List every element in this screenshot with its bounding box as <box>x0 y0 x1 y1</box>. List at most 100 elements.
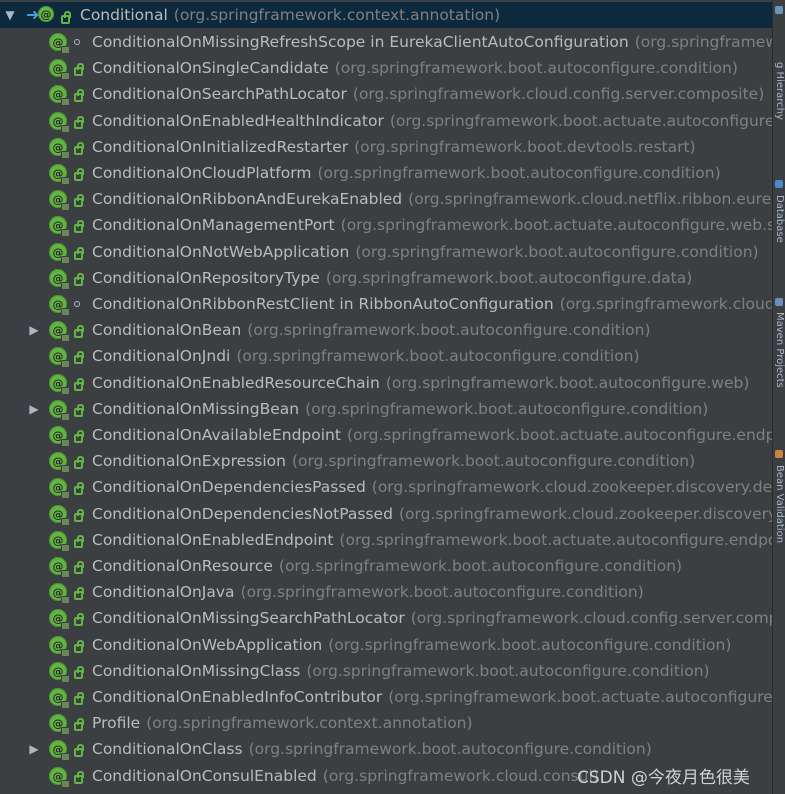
tree-item-row[interactable]: @ ConditionalOnJava (org.springframework.b… <box>0 579 772 605</box>
public-lock-icon <box>74 456 84 469</box>
tree-item-row[interactable]: @ ConditionalOnNotWebApplication (org.spri… <box>0 239 772 265</box>
annotation-icon: @ <box>49 112 70 133</box>
annotation-icon: @ <box>49 164 70 185</box>
annotation-icon: @ <box>49 138 70 159</box>
root-package: (org.springframework.context.annotation) <box>173 6 501 24</box>
tree-item-row[interactable]: @ ConditionalOnExpression (org.springframe… <box>0 448 772 474</box>
collapse-arrow-icon[interactable]: ▼ <box>4 9 16 21</box>
tree-item-row[interactable]: @ ConditionalOnDependenciesPassed (org.spr… <box>0 474 772 500</box>
tree-item-label: ConditionalOnClass (org.springframework.b… <box>92 740 652 758</box>
type-hierarchy-tree[interactable]: ▼ ➜ @ Conditional (org.springframework.co… <box>0 0 772 794</box>
annotation-icon: @ <box>49 740 70 761</box>
public-lock-icon <box>74 378 84 391</box>
tree-item-package: (org.springframework.boot.autoconfigure.… <box>305 400 709 418</box>
tree-item-label: ConditionalOnJava (org.springframework.bo… <box>92 583 644 601</box>
public-lock-icon <box>74 771 84 784</box>
public-lock-icon <box>74 482 84 495</box>
tree-item-package: (org.springframework.boot.autoconfigure.… <box>385 374 750 392</box>
tree-item-row[interactable]: @ ConditionalOnResource (org.springframewo… <box>0 553 772 579</box>
tree-item-row[interactable]: @ ConditionalOnMissingSearchPathLocator (o… <box>0 605 772 631</box>
public-lock-icon <box>74 63 84 76</box>
annotation-icon: @ <box>49 478 70 499</box>
tree-item-row[interactable]: @ ConditionalOnSingleCandidate (org.spring… <box>0 55 772 81</box>
tree-item-name: Profile <box>92 714 141 732</box>
tree-item-row[interactable]: @ Profile (org.springframework.context.ann… <box>0 710 772 736</box>
tree-item-row[interactable]: @ ConditionalOnEnabledHealthIndicator (org… <box>0 108 772 134</box>
tree-item-name: ConditionalOnAvailableEndpoint <box>92 426 341 444</box>
expand-arrow-icon[interactable]: ▶ <box>28 403 40 415</box>
tree-item-row[interactable]: @ ConditionalOnRepositoryType (org.springf… <box>0 265 772 291</box>
tree-item-label: ConditionalOnMissingRefreshScope in Eure… <box>92 33 772 51</box>
expand-arrow-icon[interactable]: ▶ <box>28 324 40 336</box>
annotation-icon: @ <box>49 767 70 788</box>
maven-tool-icon[interactable] <box>775 298 783 306</box>
tree-item-package: (org.springframework.boot.autoconfigure.… <box>291 452 696 470</box>
tree-item-row[interactable]: @ ConditionalOnMissingRefreshScope in Eur… <box>0 29 772 55</box>
tree-root-row[interactable]: ▼ ➜ @ Conditional (org.springframework.co… <box>0 2 772 28</box>
tree-item-row[interactable]: @ ConditionalOnAvailableEndpoint (org.spri… <box>0 422 772 448</box>
tree-item-label: ConditionalOnRibbonAndEurekaEnabled (org.… <box>92 190 772 208</box>
side-tab-maven[interactable]: Maven Projects <box>774 312 785 417</box>
tree-item-label: ConditionalOnSearchPathLocator (org.sprin… <box>92 85 764 103</box>
tree-item-row[interactable]: @ ConditionalOnManagementPort (org.springf… <box>0 212 772 238</box>
tree-item-name: ConditionalOnMissingSearchPathLocator <box>92 609 405 627</box>
tree-item-package: (org.springframework.cloud.config.server… <box>410 609 772 627</box>
public-lock-icon <box>74 220 84 233</box>
expand-arrow-icon[interactable]: ▶ <box>28 743 40 755</box>
tree-item-label: ConditionalOnSingleCandidate (org.springf… <box>92 59 738 77</box>
annotation-icon: @ <box>49 33 70 54</box>
tree-item-row[interactable]: @ ConditionalOnEnabledResourceChain (org.s… <box>0 370 772 396</box>
tree-item-name: ConditionalOnEnabledEndpoint <box>92 531 334 549</box>
public-lock-icon <box>74 404 84 417</box>
watermark: CSDN @今夜月色很美 <box>577 768 750 788</box>
annotation-icon: @ <box>49 452 70 473</box>
annotation-icon: @ <box>49 426 70 447</box>
tree-item-label: ConditionalOnRepositoryType (org.springfr… <box>92 269 692 287</box>
annotation-icon: @ <box>49 216 70 237</box>
tree-item-row[interactable]: ▶ @ ConditionalOnMissingBean (org.springfra… <box>0 396 772 422</box>
tree-item-row[interactable]: @ ConditionalOnCloudPlatform (org.springfr… <box>0 160 772 186</box>
annotation-icon: @ <box>49 321 70 342</box>
tree-item-row[interactable]: @ ConditionalOnMissingClass (org.springfra… <box>0 658 772 684</box>
public-lock-icon <box>74 142 84 155</box>
tree-item-label: ConditionalOnEnabledResourceChain (org.sp… <box>92 374 749 392</box>
tree-item-row[interactable]: @ ConditionalOnWebApplication (org.springf… <box>0 632 772 658</box>
tree-item-package: (org.springframework.cloud.config.server… <box>352 85 765 103</box>
tree-item-name: ConditionalOnJndi <box>92 347 231 365</box>
tree-item-name: ConditionalOnMissingRefreshScope in Eure… <box>92 33 629 51</box>
tree-item-label: ConditionalOnEnabledEndpoint (org.springf… <box>92 531 772 549</box>
tree-item-label: ConditionalOnJndi (org.springframework.bo… <box>92 347 640 365</box>
public-lock-icon <box>74 744 84 757</box>
tree-item-label: ConditionalOnMissingClass (org.springfram… <box>92 662 710 680</box>
database-tool-icon[interactable] <box>775 180 783 188</box>
tree-item-row[interactable]: @ ConditionalOnEnabledEndpoint (org.spring… <box>0 527 772 553</box>
tree-item-row[interactable]: @ ConditionalOnRibbonRestClient in Ribbon… <box>0 291 772 317</box>
tree-item-row[interactable]: @ ConditionalOnSearchPathLocator (org.spri… <box>0 81 772 107</box>
public-lock-icon <box>74 116 84 129</box>
annotation-icon: @ <box>49 636 70 657</box>
root-label: Conditional (org.springframework.context.… <box>80 6 500 24</box>
tree-item-row[interactable]: ▶ @ ConditionalOnBean (org.springframework.… <box>0 317 772 343</box>
tree-item-row[interactable]: @ ConditionalOnRibbonAndEurekaEnabled (org… <box>0 186 772 212</box>
public-lock-icon <box>74 587 84 600</box>
tree-item-package: (org.springframework.boot.autoconfigure.… <box>355 243 759 261</box>
side-tab-hierarchy[interactable]: g Hierarchy <box>774 62 785 152</box>
tree-item-row[interactable]: @ ConditionalOnDependenciesNotPassed (org.… <box>0 501 772 527</box>
tree-item-label: ConditionalOnConsulEnabled (org.springfra… <box>92 767 599 785</box>
tree-item-package: (org.springframework.boot.autoconfigure.… <box>325 269 693 287</box>
tree-item-package: (org.springframework.boot.autoconfigure.… <box>317 164 721 182</box>
tree-item-row[interactable]: ▶ @ ConditionalOnClass (org.springframework… <box>0 736 772 762</box>
side-tab-bean-validation[interactable]: Bean Validation <box>774 465 785 585</box>
tree-item-row[interactable]: @ ConditionalOnInitializedRestarter (org.s… <box>0 134 772 160</box>
tree-item-name: ConditionalOnClass <box>92 740 243 758</box>
tree-item-row[interactable]: @ ConditionalOnJndi (org.springframework.b… <box>0 343 772 369</box>
hierarchy-tool-icon[interactable] <box>775 6 783 14</box>
tree-item-name: ConditionalOnSingleCandidate <box>92 59 329 77</box>
public-lock-icon <box>74 561 84 574</box>
tree-item-label: ConditionalOnEnabledHealthIndicator (org.… <box>92 112 772 130</box>
bean-validation-tool-icon[interactable] <box>775 450 783 458</box>
side-tab-database[interactable]: Database <box>774 195 785 270</box>
tree-item-row[interactable]: @ ConditionalOnEnabledInfoContributor (org… <box>0 684 772 710</box>
tree-item-package: (org.springframework.cloud.netflix.ribbo… <box>408 190 772 208</box>
tree-item-package: (org.springframework.boot.autoconfigure.… <box>247 321 651 339</box>
